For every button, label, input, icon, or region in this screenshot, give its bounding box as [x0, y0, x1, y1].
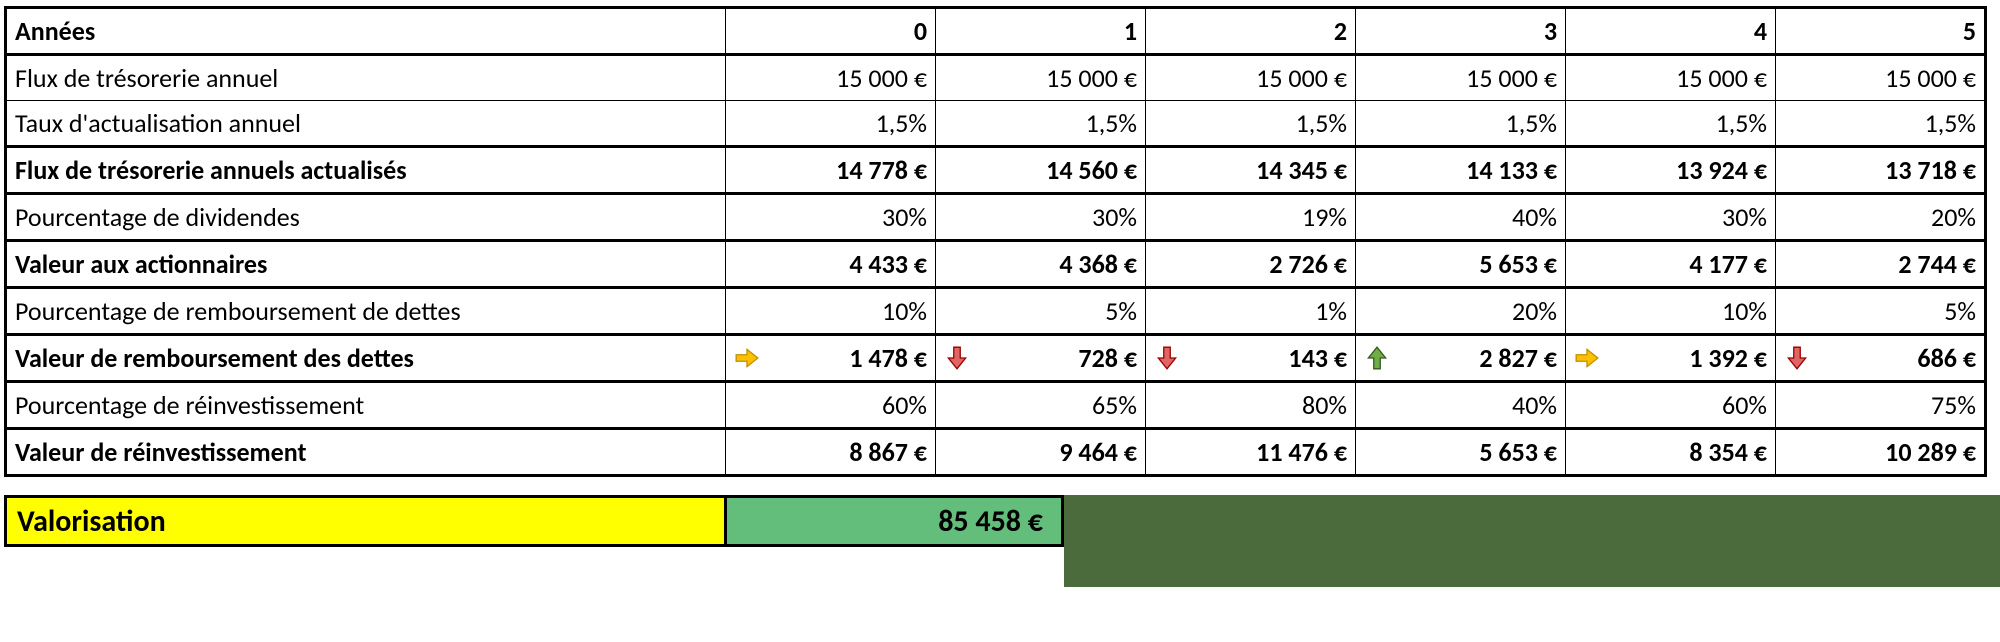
cell[interactable]: 728 € — [936, 335, 1146, 382]
cell[interactable]: 15 000 € — [1146, 55, 1356, 101]
row-label[interactable]: Pourcentage de réinvestissement — [6, 382, 726, 429]
row-label[interactable]: Taux d'actualisation annuel — [6, 101, 726, 147]
row-reinvest-pct: Pourcentage de réinvestissement 60% 65% … — [6, 382, 1986, 429]
cell[interactable]: 14 345 € — [1146, 147, 1356, 194]
cell[interactable]: 13 924 € — [1566, 147, 1776, 194]
row-cashflow: Flux de trésorerie annuel 15 000 € 15 00… — [6, 55, 1986, 101]
row-label[interactable]: Valeur de réinvestissement — [6, 429, 726, 476]
cell[interactable]: 5 653 € — [1356, 429, 1566, 476]
cell[interactable]: 80% — [1146, 382, 1356, 429]
cell[interactable]: 1,5% — [1776, 101, 1986, 147]
cell[interactable]: 1,5% — [1566, 101, 1776, 147]
cell[interactable]: 2 726 € — [1146, 241, 1356, 288]
row-dividend-pct: Pourcentage de dividendes 30% 30% 19% 40… — [6, 194, 1986, 241]
cell[interactable]: 2 — [1146, 8, 1356, 55]
valorisation-row: Valorisation 85 458 € — [4, 495, 2000, 547]
valuation-table: Années 0 1 2 3 4 5 Flux de trésorerie an… — [4, 6, 1987, 477]
cell[interactable]: 686 € — [1776, 335, 1986, 382]
cell[interactable]: 5 653 € — [1356, 241, 1566, 288]
cell[interactable]: 13 718 € — [1776, 147, 1986, 194]
row-label[interactable]: Pourcentage de remboursement de dettes — [6, 288, 726, 335]
cell[interactable]: 1 — [936, 8, 1146, 55]
cell[interactable]: 4 177 € — [1566, 241, 1776, 288]
cell[interactable]: 14 560 € — [936, 147, 1146, 194]
cell[interactable]: 1,5% — [1146, 101, 1356, 147]
cell[interactable]: 8 867 € — [726, 429, 936, 476]
row-label[interactable]: Valeur aux actionnaires — [6, 241, 726, 288]
cell[interactable]: 9 464 € — [936, 429, 1146, 476]
cell[interactable]: 1,5% — [1356, 101, 1566, 147]
cell[interactable]: 8 354 € — [1566, 429, 1776, 476]
cell[interactable]: 40% — [1356, 382, 1566, 429]
spreadsheet-region: Années 0 1 2 3 4 5 Flux de trésorerie an… — [0, 0, 2000, 587]
row-label[interactable]: Pourcentage de dividendes — [6, 194, 726, 241]
cell[interactable]: 2 827 € — [1356, 335, 1566, 382]
row-discount-rate: Taux d'actualisation annuel 1,5% 1,5% 1,… — [6, 101, 1986, 147]
cell[interactable]: 40% — [1356, 194, 1566, 241]
cell[interactable]: 5% — [936, 288, 1146, 335]
cell[interactable]: 20% — [1356, 288, 1566, 335]
row-label[interactable]: Valeur de remboursement des dettes — [6, 335, 726, 382]
cell[interactable]: 11 476 € — [1146, 429, 1356, 476]
row-discounted-cashflow: Flux de trésorerie annuels actualisés 14… — [6, 147, 1986, 194]
cell[interactable]: 143 € — [1146, 335, 1356, 382]
cell[interactable]: 75% — [1776, 382, 1986, 429]
arrow-down-icon — [1784, 345, 1810, 371]
cell[interactable]: 1 478 € — [726, 335, 936, 382]
cell[interactable]: 10% — [1566, 288, 1776, 335]
cell[interactable]: 4 — [1566, 8, 1776, 55]
valorisation-value[interactable]: 85 458 € — [724, 495, 1064, 547]
cell[interactable]: 5% — [1776, 288, 1986, 335]
cell[interactable]: 15 000 € — [1566, 55, 1776, 101]
row-debt-pct: Pourcentage de remboursement de dettes 1… — [6, 288, 1986, 335]
cell[interactable]: 20% — [1776, 194, 1986, 241]
arrow-down-icon — [944, 345, 970, 371]
arrow-right-icon — [734, 345, 760, 371]
cell[interactable]: 15 000 € — [726, 55, 936, 101]
cell[interactable]: 30% — [936, 194, 1146, 241]
row-label[interactable]: Flux de trésorerie annuel — [6, 55, 726, 101]
cell[interactable]: 19% — [1146, 194, 1356, 241]
cell[interactable]: 2 744 € — [1776, 241, 1986, 288]
cell[interactable]: 5 — [1776, 8, 1986, 55]
cell[interactable]: 4 433 € — [726, 241, 936, 288]
cell[interactable]: 10% — [726, 288, 936, 335]
row-shareholder-value: Valeur aux actionnaires 4 433 € 4 368 € … — [6, 241, 1986, 288]
arrow-up-icon — [1364, 345, 1390, 371]
row-debt-value: Valeur de remboursement des dettes 1 478… — [6, 335, 1986, 382]
row-label[interactable]: Années — [6, 8, 726, 55]
row-years: Années 0 1 2 3 4 5 — [6, 8, 1986, 55]
arrow-right-icon — [1574, 345, 1600, 371]
selection-overlay-extension — [4, 547, 2000, 587]
cell-value: 1 392 € — [1608, 342, 1767, 374]
selection-overlay — [1064, 495, 2000, 547]
cell[interactable]: 14 133 € — [1356, 147, 1566, 194]
row-reinvest-value: Valeur de réinvestissement 8 867 € 9 464… — [6, 429, 1986, 476]
cell[interactable]: 60% — [1566, 382, 1776, 429]
cell-value: 728 € — [978, 342, 1137, 374]
cell[interactable]: 15 000 € — [1776, 55, 1986, 101]
cell[interactable]: 15 000 € — [936, 55, 1146, 101]
cell-value: 143 € — [1188, 342, 1347, 374]
cell[interactable]: 14 778 € — [726, 147, 936, 194]
cell[interactable]: 30% — [1566, 194, 1776, 241]
cell[interactable]: 65% — [936, 382, 1146, 429]
valorisation-label[interactable]: Valorisation — [4, 495, 724, 547]
cell-value: 1 478 € — [768, 342, 927, 374]
cell[interactable]: 30% — [726, 194, 936, 241]
cell[interactable]: 3 — [1356, 8, 1566, 55]
row-label[interactable]: Flux de trésorerie annuels actualisés — [6, 147, 726, 194]
cell[interactable]: 1,5% — [726, 101, 936, 147]
cell[interactable]: 15 000 € — [1356, 55, 1566, 101]
cell[interactable]: 1% — [1146, 288, 1356, 335]
cell[interactable]: 0 — [726, 8, 936, 55]
cell[interactable]: 1 392 € — [1566, 335, 1776, 382]
cell[interactable]: 60% — [726, 382, 936, 429]
cell-value: 2 827 € — [1398, 342, 1557, 374]
cell[interactable]: 4 368 € — [936, 241, 1146, 288]
cell-value: 686 € — [1818, 342, 1976, 374]
cell[interactable]: 1,5% — [936, 101, 1146, 147]
cell[interactable]: 10 289 € — [1776, 429, 1986, 476]
arrow-down-icon — [1154, 345, 1180, 371]
